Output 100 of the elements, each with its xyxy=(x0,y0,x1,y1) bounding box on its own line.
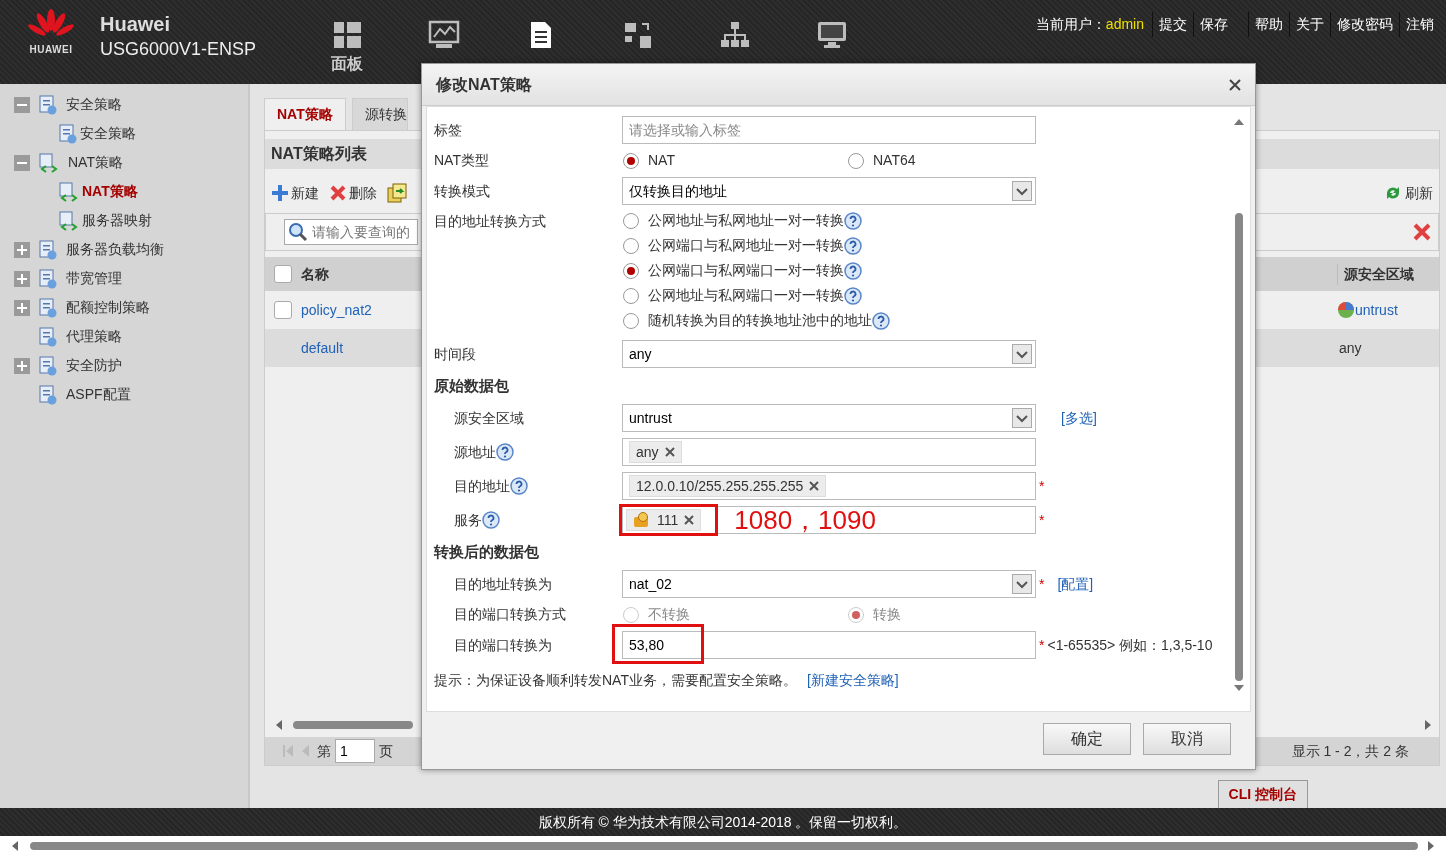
expand-toggle[interactable] xyxy=(14,357,30,374)
radio-label[interactable]: 公网地址与私网地址一对一转换 xyxy=(648,210,844,231)
radio-button[interactable] xyxy=(847,151,865,170)
expand-toggle[interactable] xyxy=(14,241,30,258)
policy-link[interactable]: default xyxy=(301,339,344,356)
tag-field[interactable]: 111 1080，1090 xyxy=(622,506,1036,534)
page-input[interactable]: 1 xyxy=(335,739,375,763)
tab[interactable]: 源转换 xyxy=(351,98,408,130)
checkbox[interactable] xyxy=(274,301,292,319)
page-label: 第 xyxy=(317,741,331,761)
radio-label: 不转换 xyxy=(648,605,690,624)
help-icon xyxy=(844,211,862,230)
remove-icon[interactable] xyxy=(684,515,695,525)
page-icon xyxy=(38,94,58,115)
clear-icon[interactable] xyxy=(1412,222,1432,242)
dropdown-field[interactable]: any xyxy=(622,340,1036,368)
annotation-text: 1080，1090 xyxy=(733,507,876,533)
tree-item[interactable]: ASPF配置 xyxy=(66,384,131,405)
expand-toggle[interactable] xyxy=(14,299,30,316)
plus-icon xyxy=(271,184,289,202)
nav-tab[interactable]: 面板 xyxy=(330,52,363,76)
remove-icon[interactable] xyxy=(809,481,820,491)
required-mark: * xyxy=(1038,574,1046,594)
search-field[interactable]: 请输入要查询的 xyxy=(284,219,418,245)
radio-label[interactable]: NAT xyxy=(648,150,675,171)
page-icon xyxy=(38,297,58,318)
text-field[interactable]: 53,80 xyxy=(622,631,1036,659)
scroll-right-icon[interactable] xyxy=(1423,718,1433,732)
service-icon xyxy=(633,512,651,528)
radio-button[interactable] xyxy=(622,211,640,230)
header-link[interactable]: 帮助 xyxy=(1248,12,1289,37)
field-label: 源地址 xyxy=(454,442,496,462)
user-name: admin xyxy=(1105,15,1144,34)
tree-item[interactable]: 带宽管理 xyxy=(66,268,122,289)
collapse-toggle[interactable] xyxy=(14,96,30,113)
radio-label[interactable]: 随机转换为目的转换地址池中的地址 xyxy=(648,310,872,331)
field-label: 时间段 xyxy=(434,345,476,362)
radio-label[interactable]: 公网端口与私网地址一对一转换 xyxy=(648,235,844,256)
copy-button[interactable] xyxy=(387,183,407,203)
tag-field[interactable]: 12.0.0.10/255.255.255.255 xyxy=(622,472,1036,500)
link[interactable]: [多选] xyxy=(1051,407,1097,429)
tab[interactable]: NAT策略 xyxy=(264,98,346,130)
field-label: 源安全区域 xyxy=(454,409,524,426)
radio-button[interactable] xyxy=(622,311,640,330)
radio-button[interactable] xyxy=(622,286,640,305)
tree-item[interactable]: 安全策略 xyxy=(66,94,122,115)
field-label: 目的地址 xyxy=(454,476,510,496)
refresh-button[interactable]: 刷新 xyxy=(1383,182,1433,204)
hint-text: <1-65535> 例如：1,3,5-10 xyxy=(1047,635,1213,655)
text-field[interactable]: 请选择或输入标签 xyxy=(622,116,1036,144)
cli-console-button[interactable]: CLI 控制台 xyxy=(1217,780,1308,808)
radio-button[interactable] xyxy=(622,151,640,170)
expand-toggle[interactable] xyxy=(14,270,30,287)
section-title: 原始数据包 xyxy=(434,375,510,396)
dropdown-field[interactable]: 仅转换目的地址 xyxy=(622,177,1036,205)
computer-icon[interactable] xyxy=(815,20,848,50)
zone-icon xyxy=(1337,301,1355,319)
tree-item[interactable]: NAT策略 xyxy=(68,152,123,173)
checkbox[interactable] xyxy=(274,265,292,283)
radio-button[interactable] xyxy=(622,261,640,280)
dialog-button[interactable]: 取消 xyxy=(1143,722,1231,755)
remove-icon[interactable] xyxy=(664,447,675,457)
chart-monitor-icon[interactable] xyxy=(427,20,460,50)
header-link[interactable]: 提交 xyxy=(1152,12,1193,37)
radio-button[interactable] xyxy=(622,236,640,255)
tree-item[interactable]: 安全策略 xyxy=(80,123,136,144)
tree-item[interactable]: 代理策略 xyxy=(66,326,122,347)
link[interactable]: [配置] xyxy=(1047,573,1094,595)
section-title: 转换后的数据包 xyxy=(434,541,540,562)
tag-chip: any xyxy=(629,441,682,463)
zone-link[interactable]: untrust xyxy=(1355,299,1398,321)
arrows-page-icon xyxy=(58,181,80,202)
dropdown-field[interactable]: untrust xyxy=(622,404,1036,432)
add-button[interactable]: 新建 xyxy=(271,182,319,204)
header-link[interactable]: 注销 xyxy=(1399,12,1440,37)
close-icon[interactable] xyxy=(1229,78,1241,91)
dialog-button[interactable]: 确定 xyxy=(1043,722,1131,755)
arrows-page-icon xyxy=(58,210,80,231)
delete-button[interactable]: 删除 xyxy=(329,182,377,204)
tree-item[interactable]: 服务器映射 xyxy=(82,210,152,231)
table-cell-text: any xyxy=(1339,338,1362,358)
field-label: 目的地址转换为 xyxy=(454,575,552,592)
collapse-toggle[interactable] xyxy=(14,154,30,171)
tag-field[interactable]: any xyxy=(622,438,1036,466)
tree-item[interactable]: 配额控制策略 xyxy=(66,297,150,318)
tree-item[interactable]: NAT策略 xyxy=(82,181,138,202)
radio-label[interactable]: 公网地址与私网端口一对一转换 xyxy=(648,285,844,306)
tree-item[interactable]: 安全防护 xyxy=(66,355,122,376)
network-icon[interactable] xyxy=(718,20,751,50)
copy-icon xyxy=(387,183,407,203)
header-link[interactable]: 修改密码 xyxy=(1330,12,1399,37)
tree-item[interactable]: 服务器负载均衡 xyxy=(66,239,164,260)
link[interactable]: [新建安全策略] xyxy=(796,672,899,688)
radio-label[interactable]: NAT64 xyxy=(873,150,916,171)
dropdown-field[interactable]: nat_02 xyxy=(622,570,1036,598)
cross-icon xyxy=(329,184,347,202)
policy-link[interactable]: policy_nat2 xyxy=(301,301,372,318)
header-link[interactable]: 保存 xyxy=(1193,12,1234,37)
header-link[interactable]: 关于 xyxy=(1289,12,1330,37)
radio-label[interactable]: 公网端口与私网端口一对一转换 xyxy=(648,260,844,281)
